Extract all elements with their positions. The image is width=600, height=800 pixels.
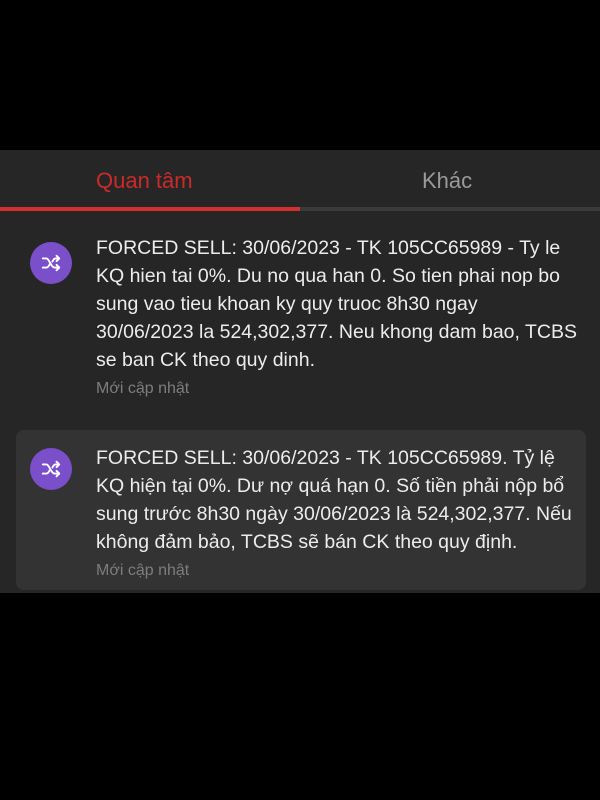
notification-item[interactable]: FORCED SELL: 30/06/2023 - TK 105CC65989 … — [16, 234, 586, 400]
notification-time: Mới cập nhật — [96, 380, 190, 397]
notification-avatar — [30, 242, 72, 284]
notification-message: FORCED SELL: 30/06/2023 - TK 105CC65989 … — [96, 237, 577, 371]
tab-quan-tam[interactable]: Quan tâm — [96, 170, 193, 192]
notifications-screen: Quan tâm Khác FORCED SELL: 30/06/2023 - … — [0, 150, 600, 593]
notification-avatar — [30, 448, 72, 490]
shuffle-icon — [41, 460, 61, 478]
notification-body: FORCED SELL: 30/06/2023 - TK 105CC65989 … — [96, 234, 578, 398]
notification-message: FORCED SELL: 30/06/2023 - TK 105CC65989.… — [96, 447, 572, 553]
shuffle-icon — [41, 254, 61, 272]
tab-khac[interactable]: Khác — [422, 170, 472, 192]
tab-bar: Quan tâm Khác — [0, 150, 600, 211]
notification-body: FORCED SELL: 30/06/2023 - TK 105CC65989.… — [96, 444, 578, 580]
notification-item[interactable]: FORCED SELL: 30/06/2023 - TK 105CC65989.… — [16, 430, 586, 590]
notification-time: Mới cập nhật — [96, 562, 190, 579]
tab-active-indicator — [0, 207, 300, 211]
